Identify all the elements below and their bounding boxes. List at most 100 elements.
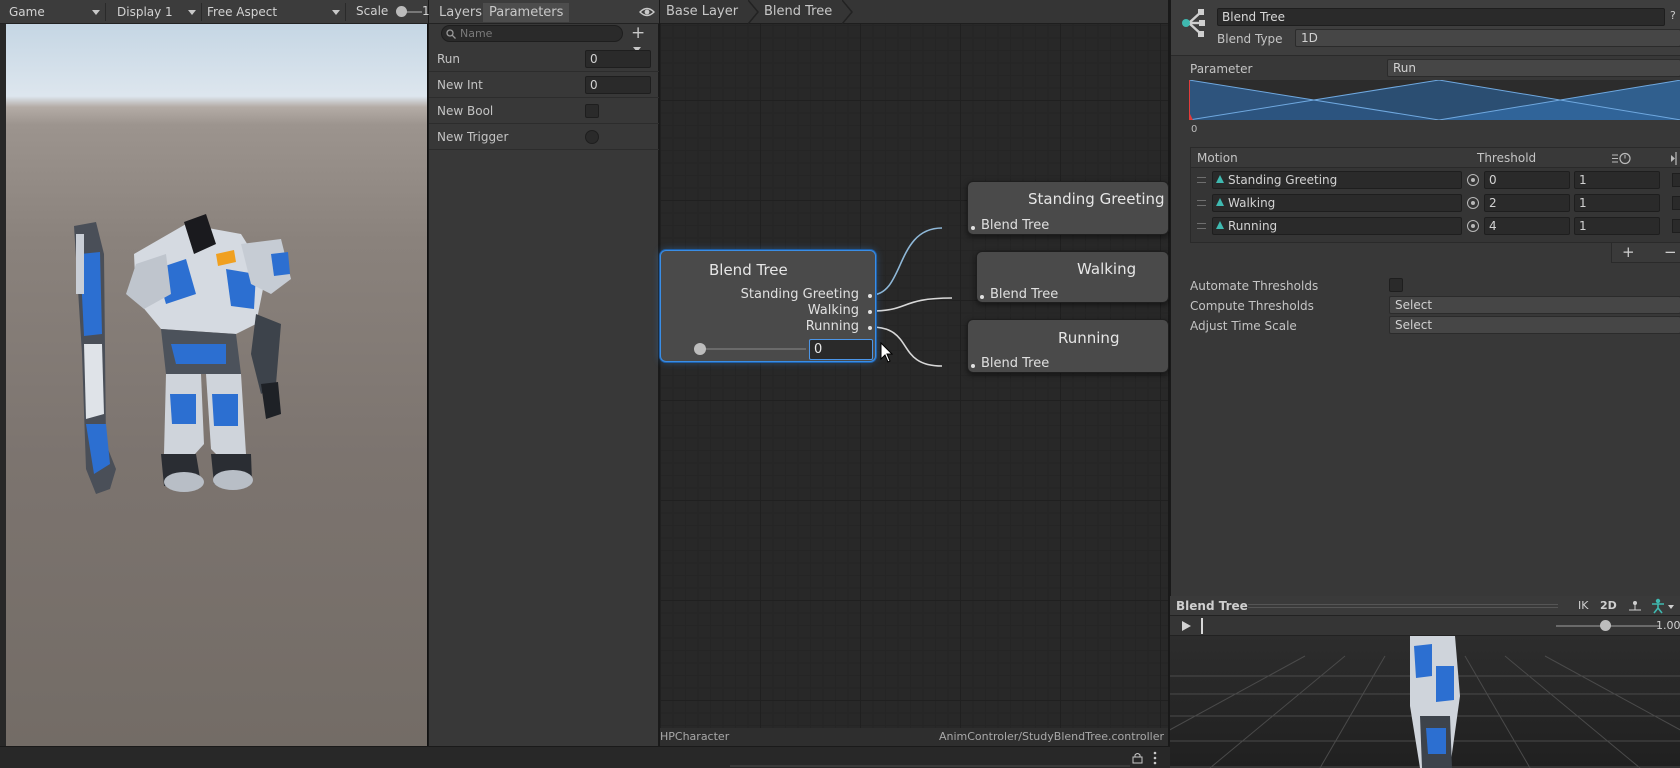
aspect-dropdown[interactable]: Free Aspect xyxy=(202,3,346,21)
motion-column-header: Motion xyxy=(1197,151,1238,165)
blend-tree-node[interactable]: Blend Tree Standing Greeting Walking Run… xyxy=(660,250,876,362)
blend-value-input[interactable]: 0 xyxy=(809,339,873,360)
help-icon[interactable]: ? xyxy=(1670,9,1676,22)
tab-layers[interactable]: Layers xyxy=(433,3,488,22)
output-port[interactable] xyxy=(868,310,872,314)
blend-type-dropdown[interactable]: 1D xyxy=(1295,29,1680,47)
mirror-checkbox[interactable] xyxy=(1672,196,1680,210)
scale-slider-knob[interactable] xyxy=(396,6,407,17)
parameter-search-input[interactable]: Name xyxy=(441,25,623,42)
object-picker-icon[interactable] xyxy=(1467,197,1479,209)
parameter-name: New Bool xyxy=(437,104,494,118)
input-port[interactable] xyxy=(971,364,975,368)
add-parameter-button[interactable]: + xyxy=(631,25,655,52)
parameter-row-run[interactable]: Run 0 xyxy=(429,46,659,72)
game-toolbar: Game Display 1 Free Aspect Scale 1 xyxy=(0,0,430,24)
motion-field[interactable]: Walking xyxy=(1212,194,1462,212)
blend-slider-track[interactable] xyxy=(701,348,806,350)
drag-handle-icon[interactable] xyxy=(1197,200,1206,206)
play-icon[interactable] xyxy=(1180,620,1192,632)
time-scale-field[interactable]: 1 xyxy=(1574,171,1660,189)
threshold-field[interactable]: 0 xyxy=(1484,171,1570,189)
game-viewport[interactable] xyxy=(6,24,427,746)
add-motion-caret-icon[interactable] xyxy=(1640,249,1646,253)
time-scale-field[interactable]: 1 xyxy=(1574,194,1660,212)
animator-graph[interactable]: Base Layer Blend Tree Standing Greeting … xyxy=(660,0,1169,746)
trigger-parameter-radio[interactable] xyxy=(585,130,599,144)
input-port[interactable] xyxy=(971,226,975,230)
motion-list-footer: + − xyxy=(1611,243,1680,263)
motion-row[interactable]: Walking 2 1 xyxy=(1191,192,1680,215)
pivot-icon[interactable] xyxy=(1626,599,1644,613)
speed-value: 1.00 xyxy=(1656,619,1680,632)
scroll-indicator[interactable] xyxy=(730,765,1130,767)
motion-field[interactable]: Standing Greeting xyxy=(1212,171,1462,189)
time-scale-field[interactable]: 1 xyxy=(1574,217,1660,235)
output-port[interactable] xyxy=(868,326,872,330)
compute-thresholds-dropdown[interactable]: Select xyxy=(1389,296,1680,314)
chevron-down-icon xyxy=(92,9,100,15)
status-bar xyxy=(0,746,1170,768)
parameter-row-new-int[interactable]: New Int 0 xyxy=(429,72,659,98)
preview-viewport[interactable] xyxy=(1170,636,1680,768)
mirror-checkbox[interactable] xyxy=(1672,173,1680,187)
bool-parameter-checkbox[interactable] xyxy=(585,104,599,118)
aspect-label: Free Aspect xyxy=(207,5,278,19)
parameter-row-new-trigger[interactable]: New Trigger xyxy=(429,124,659,150)
tab-parameters[interactable]: Parameters xyxy=(483,3,570,22)
parameter-dropdown[interactable]: Run xyxy=(1387,59,1680,77)
game-view-label: Game xyxy=(9,5,45,19)
display-dropdown[interactable]: Display 1 xyxy=(112,3,202,21)
output-port[interactable] xyxy=(868,294,872,298)
port-label-standing-greeting: Standing Greeting xyxy=(740,287,859,302)
state-node-standing-greeting[interactable]: Standing Greeting Blend Tree xyxy=(967,181,1169,235)
node-title: Blend Tree xyxy=(709,261,788,279)
drag-handle-icon[interactable] xyxy=(1197,223,1206,229)
speed-slider-knob[interactable] xyxy=(1600,620,1611,631)
blend-tree-name-field[interactable]: Blend Tree xyxy=(1217,8,1665,26)
remove-motion-button[interactable]: − xyxy=(1664,243,1677,261)
robot-character-image xyxy=(74,214,291,494)
automate-thresholds-checkbox[interactable] xyxy=(1389,278,1403,292)
display-label: Display 1 xyxy=(117,5,173,19)
inspector-panel: Blend Tree ? Blend Type 1D Parameter Run… xyxy=(1170,0,1680,596)
state-node-running[interactable]: Running Blend Tree xyxy=(967,319,1169,373)
threshold-column-header: Threshold xyxy=(1477,151,1537,165)
node-subtitle: Blend Tree xyxy=(990,287,1059,302)
parameter-name: New Int xyxy=(437,78,483,92)
2d-toggle[interactable]: 2D xyxy=(1600,599,1617,612)
blend-tree-icon xyxy=(1182,9,1205,37)
float-parameter-field[interactable]: 0 xyxy=(585,50,651,68)
drag-handle-icon[interactable] xyxy=(1197,177,1206,183)
blend-slider-knob[interactable] xyxy=(694,343,706,355)
motion-row[interactable]: Standing Greeting 0 1 xyxy=(1191,169,1680,192)
parameter-name: Run xyxy=(437,52,461,66)
eye-icon[interactable] xyxy=(639,5,655,19)
motion-row[interactable]: Running 4 1 xyxy=(1191,215,1680,238)
threshold-field[interactable]: 4 xyxy=(1484,217,1570,235)
threshold-field[interactable]: 2 xyxy=(1484,194,1570,212)
parameter-row-new-bool[interactable]: New Bool xyxy=(429,98,659,124)
more-options-icon[interactable] xyxy=(1152,751,1158,765)
add-motion-button[interactable]: + xyxy=(1622,243,1635,261)
lock-icon[interactable] xyxy=(1132,752,1143,764)
object-picker-icon[interactable] xyxy=(1467,220,1479,232)
search-icon xyxy=(446,29,456,39)
avatar-icon[interactable] xyxy=(1650,598,1676,614)
mirror-checkbox[interactable] xyxy=(1672,219,1680,233)
int-parameter-field[interactable]: 0 xyxy=(585,76,651,94)
motion-field[interactable]: Running xyxy=(1212,217,1462,235)
inspector-header: Blend Tree ? Blend Type 1D xyxy=(1171,0,1680,56)
blend-weight-graph[interactable] xyxy=(1189,80,1680,120)
object-picker-icon[interactable] xyxy=(1467,174,1479,186)
parameters-panel: Layers Parameters Name + Run 0 New Int 0… xyxy=(429,0,659,746)
time-scale-icon xyxy=(1612,152,1631,165)
timeline-playhead[interactable] xyxy=(1201,618,1203,634)
input-port[interactable] xyxy=(980,295,984,299)
game-view-dropdown[interactable]: Game xyxy=(4,3,106,21)
adjust-time-scale-dropdown[interactable]: Select xyxy=(1389,316,1680,334)
preview-drag-bar[interactable] xyxy=(1248,604,1558,608)
port-label-walking: Walking xyxy=(807,303,859,318)
ik-toggle[interactable]: IK xyxy=(1578,599,1588,612)
state-node-walking[interactable]: Walking Blend Tree xyxy=(976,251,1169,303)
